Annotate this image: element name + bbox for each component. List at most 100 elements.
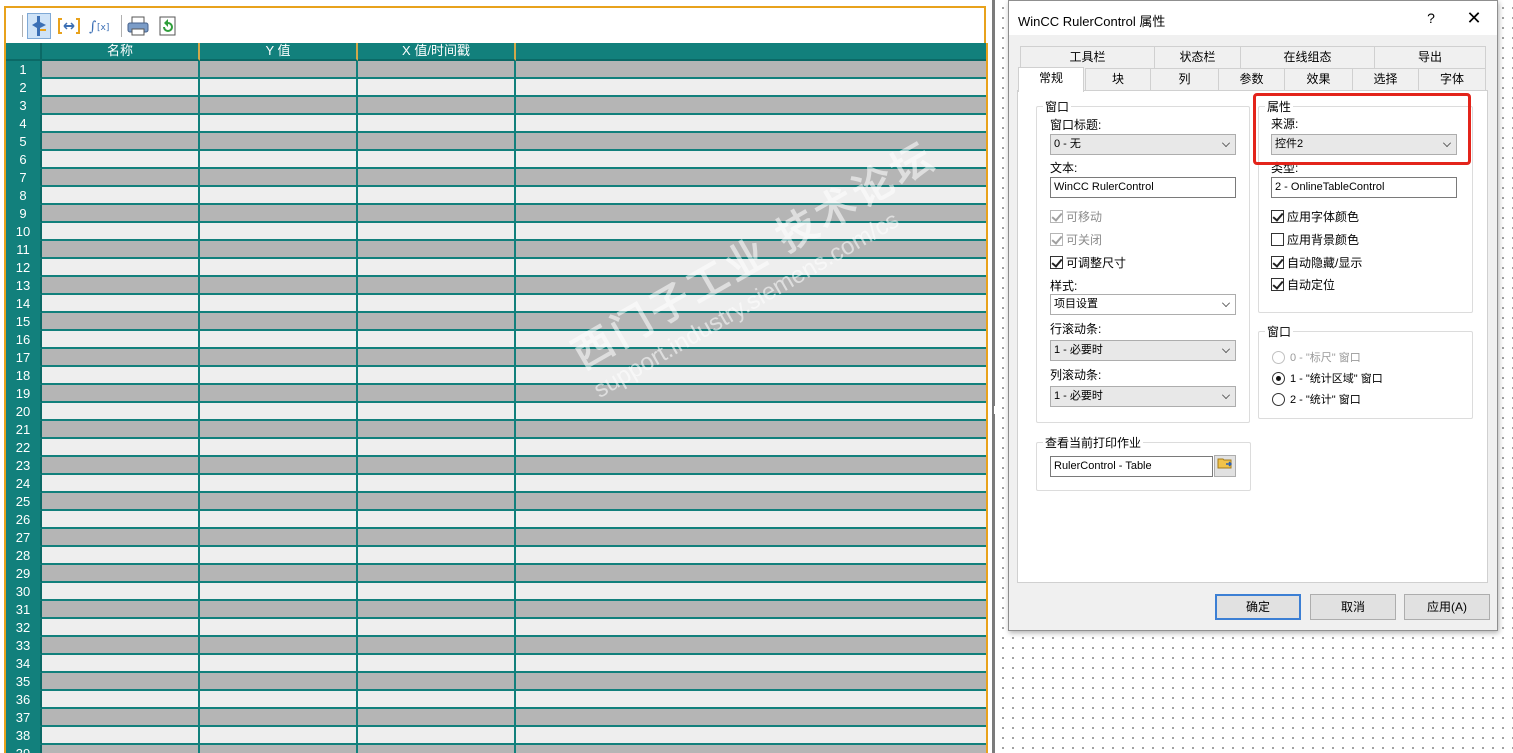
table-cell[interactable] <box>358 583 516 601</box>
tab-statusbar[interactable]: 状态栏 <box>1154 46 1241 68</box>
table-cell[interactable] <box>516 745 986 753</box>
tab-selection[interactable]: 选择 <box>1352 68 1419 90</box>
window-title-select[interactable]: 0 - 无 <box>1050 134 1236 155</box>
table-cell[interactable] <box>200 187 358 205</box>
table-cell[interactable] <box>42 295 200 313</box>
table-cell[interactable] <box>358 493 516 511</box>
table-cell[interactable] <box>358 673 516 691</box>
table-cell[interactable] <box>200 403 358 421</box>
table-cell[interactable] <box>516 133 986 151</box>
table-cell[interactable] <box>516 475 986 493</box>
table-cell[interactable] <box>516 367 986 385</box>
table-cell[interactable] <box>516 421 986 439</box>
table-cell[interactable] <box>516 115 986 133</box>
tab-column[interactable]: 列 <box>1150 68 1219 90</box>
table-row[interactable]: 4 <box>6 115 986 133</box>
table-cell[interactable] <box>42 601 200 619</box>
table-cell[interactable] <box>516 295 986 313</box>
table-cell[interactable] <box>42 151 200 169</box>
table-row[interactable]: 25 <box>6 493 986 511</box>
table-cell[interactable] <box>200 745 358 753</box>
column-scrollbar-select[interactable]: 1 - 必要时 <box>1050 386 1236 407</box>
row-number[interactable]: 20 <box>6 403 42 421</box>
table-cell[interactable] <box>516 619 986 637</box>
row-number[interactable]: 17 <box>6 349 42 367</box>
table-cell[interactable] <box>200 511 358 529</box>
table-cell[interactable] <box>516 79 986 97</box>
auto-hide-show-checkbox[interactable]: 自动隐藏/显示 <box>1271 254 1362 271</box>
table-cell[interactable] <box>358 637 516 655</box>
table-cell[interactable] <box>358 331 516 349</box>
row-number[interactable]: 36 <box>6 691 42 709</box>
tab-block[interactable]: 块 <box>1085 68 1151 90</box>
table-cell[interactable] <box>358 547 516 565</box>
table-cell[interactable] <box>516 529 986 547</box>
table-cell[interactable] <box>42 61 200 79</box>
row-number[interactable]: 24 <box>6 475 42 493</box>
table-cell[interactable] <box>200 259 358 277</box>
row-number[interactable]: 21 <box>6 421 42 439</box>
table-cell[interactable] <box>516 583 986 601</box>
movable-checkbox[interactable]: 可移动 <box>1050 208 1102 225</box>
table-cell[interactable] <box>42 619 200 637</box>
table-cell[interactable] <box>200 241 358 259</box>
table-row[interactable]: 26 <box>6 511 986 529</box>
table-cell[interactable] <box>516 187 986 205</box>
table-row[interactable]: 32 <box>6 619 986 637</box>
table-cell[interactable] <box>358 133 516 151</box>
table-cell[interactable] <box>200 583 358 601</box>
table-row[interactable]: 21 <box>6 421 986 439</box>
table-cell[interactable] <box>42 529 200 547</box>
row-number[interactable]: 1 <box>6 61 42 79</box>
table-row[interactable]: 33 <box>6 637 986 655</box>
table-cell[interactable] <box>358 691 516 709</box>
style-select[interactable]: 项目设置 <box>1050 294 1236 315</box>
table-row[interactable]: 27 <box>6 529 986 547</box>
table-cell[interactable] <box>42 439 200 457</box>
row-number[interactable]: 19 <box>6 385 42 403</box>
table-cell[interactable] <box>42 655 200 673</box>
table-cell[interactable] <box>358 511 516 529</box>
table-cell[interactable] <box>358 385 516 403</box>
table-row[interactable]: 17 <box>6 349 986 367</box>
table-cell[interactable] <box>42 169 200 187</box>
table-cell[interactable] <box>200 709 358 727</box>
table-cell[interactable] <box>358 421 516 439</box>
row-number[interactable]: 37 <box>6 709 42 727</box>
table-cell[interactable] <box>200 385 358 403</box>
table-row[interactable]: 34 <box>6 655 986 673</box>
table-cell[interactable] <box>200 151 358 169</box>
row-number[interactable]: 32 <box>6 619 42 637</box>
table-cell[interactable] <box>358 529 516 547</box>
table-cell[interactable] <box>358 403 516 421</box>
table-cell[interactable] <box>516 637 986 655</box>
source-select[interactable]: 控件2 <box>1271 134 1457 155</box>
table-cell[interactable] <box>516 457 986 475</box>
apply-button[interactable]: 应用(A) <box>1404 594 1490 620</box>
table-cell[interactable] <box>42 241 200 259</box>
table-cell[interactable] <box>516 655 986 673</box>
row-number[interactable]: 28 <box>6 547 42 565</box>
table-cell[interactable] <box>42 385 200 403</box>
table-row[interactable]: 16 <box>6 331 986 349</box>
row-number[interactable]: 39 <box>6 745 42 753</box>
table-cell[interactable] <box>42 457 200 475</box>
table-cell[interactable] <box>358 655 516 673</box>
table-cell[interactable] <box>358 295 516 313</box>
table-cell[interactable] <box>358 709 516 727</box>
row-number[interactable]: 3 <box>6 97 42 115</box>
table-cell[interactable] <box>358 349 516 367</box>
table-cell[interactable] <box>516 349 986 367</box>
table-row[interactable]: 3 <box>6 97 986 115</box>
table-cell[interactable] <box>42 223 200 241</box>
table-row[interactable]: 11 <box>6 241 986 259</box>
table-row[interactable]: 29 <box>6 565 986 583</box>
table-cell[interactable] <box>42 133 200 151</box>
table-cell[interactable] <box>42 475 200 493</box>
table-cell[interactable] <box>42 79 200 97</box>
table-cell[interactable] <box>358 241 516 259</box>
table-cell[interactable] <box>200 457 358 475</box>
window-text-input[interactable]: WinCC RulerControl <box>1050 177 1236 198</box>
table-cell[interactable] <box>200 115 358 133</box>
apply-font-color-checkbox[interactable]: 应用字体颜色 <box>1271 208 1359 225</box>
